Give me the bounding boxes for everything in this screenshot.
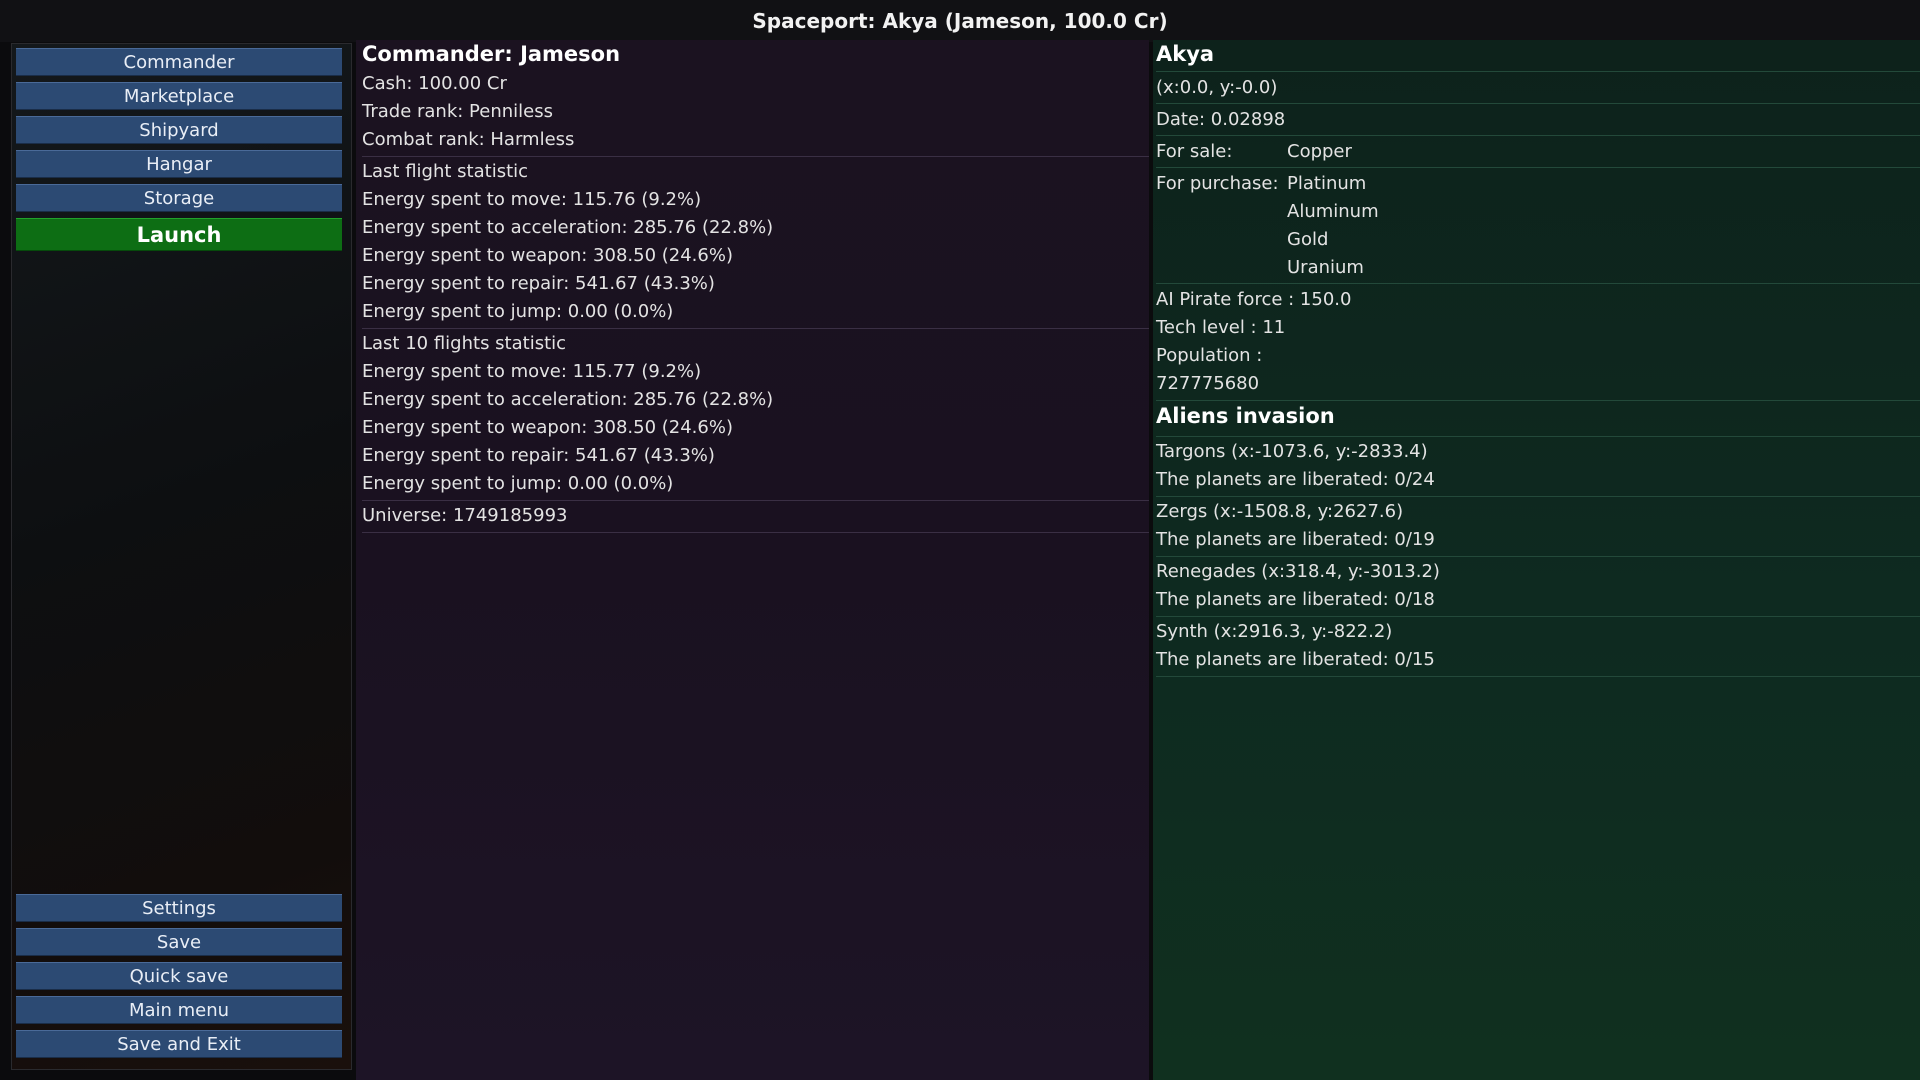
marketplace-button[interactable]: Marketplace — [16, 82, 342, 110]
save-button[interactable]: Save — [16, 928, 342, 956]
pirate-force-text: AI Pirate force : 150.0 — [1156, 289, 1352, 310]
last-10-repair: Energy spent to repair: 541.67 (43.3%) — [362, 445, 715, 466]
last-flight-heading: Last flight statistic — [362, 161, 529, 182]
divider — [362, 156, 1149, 157]
last-flight-move: Energy spent to move: 115.76 (9.2%) — [362, 189, 702, 210]
last-10-jump: Energy spent to jump: 0.00 (0.0%) — [362, 473, 674, 494]
alien-group-name: Targons (x:-1073.6, y:-2833.4) — [1156, 441, 1428, 462]
alien-group-name: Zergs (x:-1508.8, y:2627.6) — [1156, 501, 1404, 522]
alien-group-name: Renegades (x:318.4, y:-3013.2) — [1156, 561, 1440, 582]
for-purchase-item: Uranium — [1287, 257, 1364, 278]
for-purchase-label: For purchase: — [1156, 173, 1279, 194]
alien-group-status: The planets are liberated: 0/15 — [1156, 649, 1435, 670]
divider — [1156, 436, 1920, 437]
storage-button[interactable]: Storage — [16, 184, 342, 212]
alien-group-status: The planets are liberated: 0/19 — [1156, 529, 1435, 550]
for-sale-item: Copper — [1287, 141, 1352, 162]
trade-rank-text: Trade rank: Penniless — [362, 101, 553, 122]
shipyard-button[interactable]: Shipyard — [16, 116, 342, 144]
menu-top-group: Commander Marketplace Shipyard Hangar St… — [16, 48, 342, 251]
alien-group-status: The planets are liberated: 0/18 — [1156, 589, 1435, 610]
aliens-heading: Aliens invasion — [1156, 404, 1335, 428]
spaceport-screen: Spaceport: Akya (Jameson, 100.0 Cr) Comm… — [0, 0, 1920, 1080]
divider — [362, 532, 1149, 533]
menu-bottom-group: Settings Save Quick save Main menu Save … — [16, 894, 342, 1058]
quick-save-button[interactable]: Quick save — [16, 962, 342, 990]
divider — [1156, 135, 1920, 136]
last-10-acceleration: Energy spent to acceleration: 285.76 (22… — [362, 389, 774, 410]
divider — [1156, 676, 1920, 677]
commander-title: Commander: Jameson — [362, 42, 621, 66]
combat-rank-text: Combat rank: Harmless — [362, 129, 575, 150]
alien-group-name: Synth (x:2916.3, y:-822.2) — [1156, 621, 1393, 642]
last-10-move: Energy spent to move: 115.77 (9.2%) — [362, 361, 702, 382]
population-label: Population : — [1156, 345, 1263, 366]
divider — [1156, 103, 1920, 104]
planet-coords: (x:0.0, y:-0.0) — [1156, 77, 1278, 98]
for-purchase-item: Platinum — [1287, 173, 1367, 194]
planet-date: Date: 0.02898 — [1156, 109, 1286, 130]
commander-button[interactable]: Commander — [16, 48, 342, 76]
for-purchase-item: Aluminum — [1287, 201, 1379, 222]
last-flight-acceleration: Energy spent to acceleration: 285.76 (22… — [362, 217, 774, 238]
launch-button[interactable]: Launch — [16, 218, 342, 251]
settings-button[interactable]: Settings — [16, 894, 342, 922]
planet-name: Akya — [1156, 42, 1215, 66]
divider — [1156, 167, 1920, 168]
planet-panel: Akya (x:0.0, y:-0.0) Date: 0.02898 For s… — [1153, 40, 1920, 1080]
main-menu-button[interactable]: Main menu — [16, 996, 342, 1024]
hangar-button[interactable]: Hangar — [16, 150, 342, 178]
divider — [1156, 616, 1920, 617]
for-purchase-item: Gold — [1287, 229, 1329, 250]
last-10-weapon: Energy spent to weapon: 308.50 (24.6%) — [362, 417, 733, 438]
cash-text: Cash: 100.00 Cr — [362, 73, 507, 94]
divider — [1156, 496, 1920, 497]
population-value: 727775680 — [1156, 373, 1260, 394]
for-sale-label: For sale: — [1156, 141, 1233, 162]
last-flight-repair: Energy spent to repair: 541.67 (43.3%) — [362, 273, 715, 294]
tech-level-text: Tech level : 11 — [1156, 317, 1286, 338]
window-title: Spaceport: Akya (Jameson, 100.0 Cr) — [752, 9, 1168, 33]
alien-group-status: The planets are liberated: 0/24 — [1156, 469, 1435, 490]
main-menu: Commander Marketplace Shipyard Hangar St… — [11, 43, 352, 1070]
last-10-heading: Last 10 flights statistic — [362, 333, 567, 354]
save-and-exit-button[interactable]: Save and Exit — [16, 1030, 342, 1058]
universe-text: Universe: 1749185993 — [362, 505, 568, 526]
divider — [362, 328, 1149, 329]
divider — [1156, 283, 1920, 284]
title-bar: Spaceport: Akya (Jameson, 100.0 Cr) — [0, 0, 1920, 42]
divider — [362, 500, 1149, 501]
last-flight-weapon: Energy spent to weapon: 308.50 (24.6%) — [362, 245, 733, 266]
divider — [1156, 556, 1920, 557]
divider — [1156, 400, 1920, 401]
commander-panel: Commander: Jameson Cash: 100.00 Cr Trade… — [356, 40, 1149, 1080]
last-flight-jump: Energy spent to jump: 0.00 (0.0%) — [362, 301, 674, 322]
divider — [1156, 71, 1920, 72]
